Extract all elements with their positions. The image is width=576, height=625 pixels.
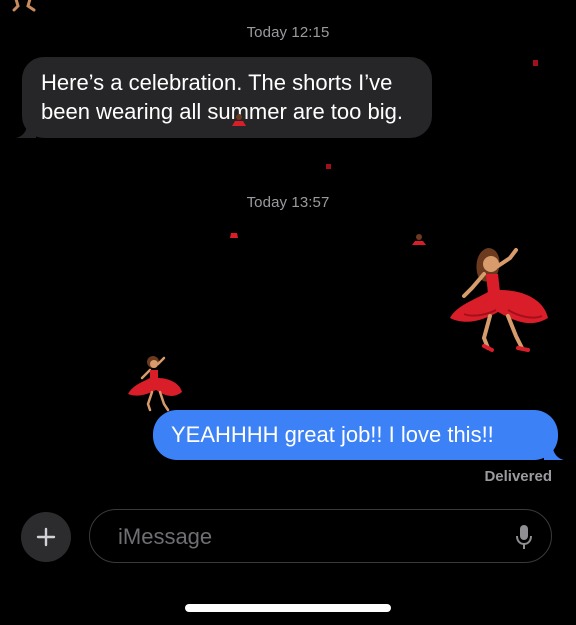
dancer-emoji-icon — [230, 233, 238, 238]
message-input-placeholder: iMessage — [118, 524, 213, 549]
microphone-icon[interactable] — [515, 524, 533, 550]
incoming-message-text: Here’s a celebration. The shorts I’ve be… — [41, 70, 403, 124]
message-input[interactable]: iMessage — [89, 509, 552, 563]
dancer-emoji-icon — [12, 0, 36, 12]
home-indicator[interactable] — [185, 604, 391, 612]
timestamp: Today 13:57 — [246, 194, 330, 211]
dancer-emoji-icon — [450, 248, 548, 352]
dancer-emoji-icon — [232, 114, 246, 126]
incoming-message-bubble[interactable]: Here’s a celebration. The shorts I’ve be… — [16, 57, 432, 138]
bubble-tail — [16, 118, 36, 138]
dancer-emoji-icon — [533, 60, 538, 66]
bubble-tail — [544, 440, 564, 460]
dancer-emoji-icon — [326, 164, 331, 169]
timestamp: Today 12:15 — [246, 24, 330, 41]
outgoing-message-text: YEAHHHH great job!! I love this!! — [171, 422, 494, 447]
delivery-status: Delivered — [484, 468, 552, 485]
outgoing-message-bubble[interactable]: YEAHHHH great job!! I love this!! — [153, 410, 564, 460]
dancer-emoji-icon — [412, 234, 426, 245]
dancer-emoji-icon — [128, 356, 182, 412]
plus-icon — [36, 527, 56, 547]
apps-plus-button[interactable] — [21, 512, 71, 562]
